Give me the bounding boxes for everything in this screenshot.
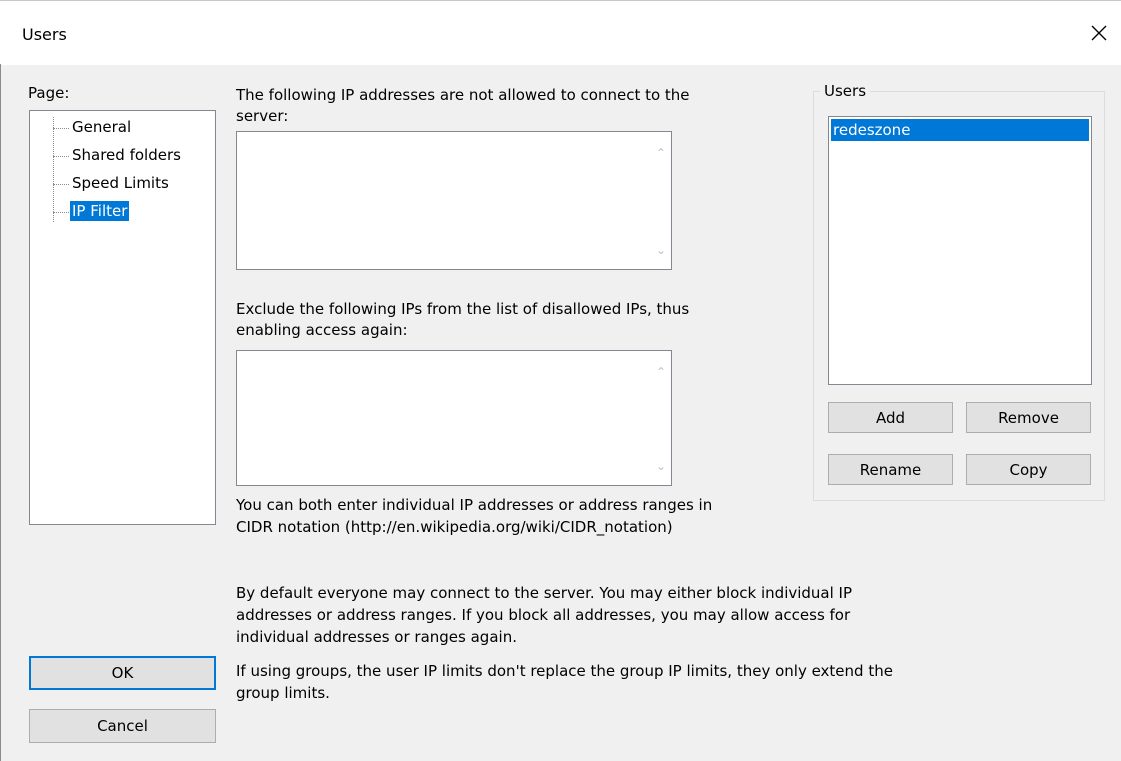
cidr-hint-cont: CIDR notation (http://en.wikipedia.org/w… <box>236 518 673 536</box>
default-access-info-3: individual addresses or ranges again. <box>236 628 517 646</box>
tree-item-ip-filter[interactable]: IP Filter <box>30 200 210 226</box>
scroll-down-icon[interactable]: ⌄ <box>655 244 667 256</box>
cidr-hint: You can both enter individual IP address… <box>236 496 713 514</box>
exclude-ips-label-cont: enabling access again: <box>236 321 408 339</box>
groups-info-2: group limits. <box>236 684 330 702</box>
window-title: Users <box>22 25 67 44</box>
page-label: Page: <box>28 84 70 102</box>
default-access-info-2: addresses or address ranges. If you bloc… <box>236 606 851 624</box>
tree-item-general[interactable]: General <box>30 116 210 142</box>
scrollbar[interactable]: ⌃ ⌄ <box>651 351 671 485</box>
tree-item-label: Shared folders <box>72 146 181 164</box>
exclude-ips-label: Exclude the following IPs from the list … <box>236 300 690 318</box>
tree-item-shared-folders[interactable]: Shared folders <box>30 144 210 170</box>
title-bar: Users <box>0 0 1121 65</box>
user-list-item[interactable]: redeszone <box>831 119 1089 141</box>
add-user-button[interactable]: Add <box>828 402 953 433</box>
tree-item-label: General <box>72 118 132 136</box>
disallowed-ips-label: The following IP addresses are not allow… <box>236 86 690 104</box>
tree-item-label: Speed Limits <box>72 174 169 192</box>
copy-user-button[interactable]: Copy <box>966 454 1091 485</box>
scroll-up-icon[interactable]: ⌃ <box>655 147 667 159</box>
close-button[interactable] <box>1077 1 1121 65</box>
scrollbar[interactable]: ⌃ ⌄ <box>651 132 671 269</box>
users-group-title: Users <box>820 82 871 100</box>
rename-user-button[interactable]: Rename <box>828 454 953 485</box>
groups-info: If using groups, the user IP limits don'… <box>236 662 893 680</box>
users-list[interactable]: redeszone <box>828 116 1092 385</box>
close-icon <box>1091 25 1107 41</box>
tree-item-speed-limits[interactable]: Speed Limits <box>30 172 210 198</box>
remove-user-button[interactable]: Remove <box>966 402 1091 433</box>
cancel-button[interactable]: Cancel <box>29 709 216 743</box>
disallowed-ips-label-cont: server: <box>236 107 289 125</box>
ok-button[interactable]: OK <box>29 656 216 690</box>
page-tree[interactable]: General Shared folders Speed Limits IP F… <box>29 110 216 525</box>
tree-item-label: IP Filter <box>70 201 130 221</box>
disallowed-ips-textarea[interactable]: ⌃ ⌄ <box>236 131 672 270</box>
window-border <box>0 64 1 761</box>
scroll-down-icon[interactable]: ⌄ <box>655 460 667 472</box>
default-access-info: By default everyone may connect to the s… <box>236 584 853 602</box>
exclude-ips-textarea[interactable]: ⌃ ⌄ <box>236 350 672 486</box>
scroll-up-icon[interactable]: ⌃ <box>655 366 667 378</box>
